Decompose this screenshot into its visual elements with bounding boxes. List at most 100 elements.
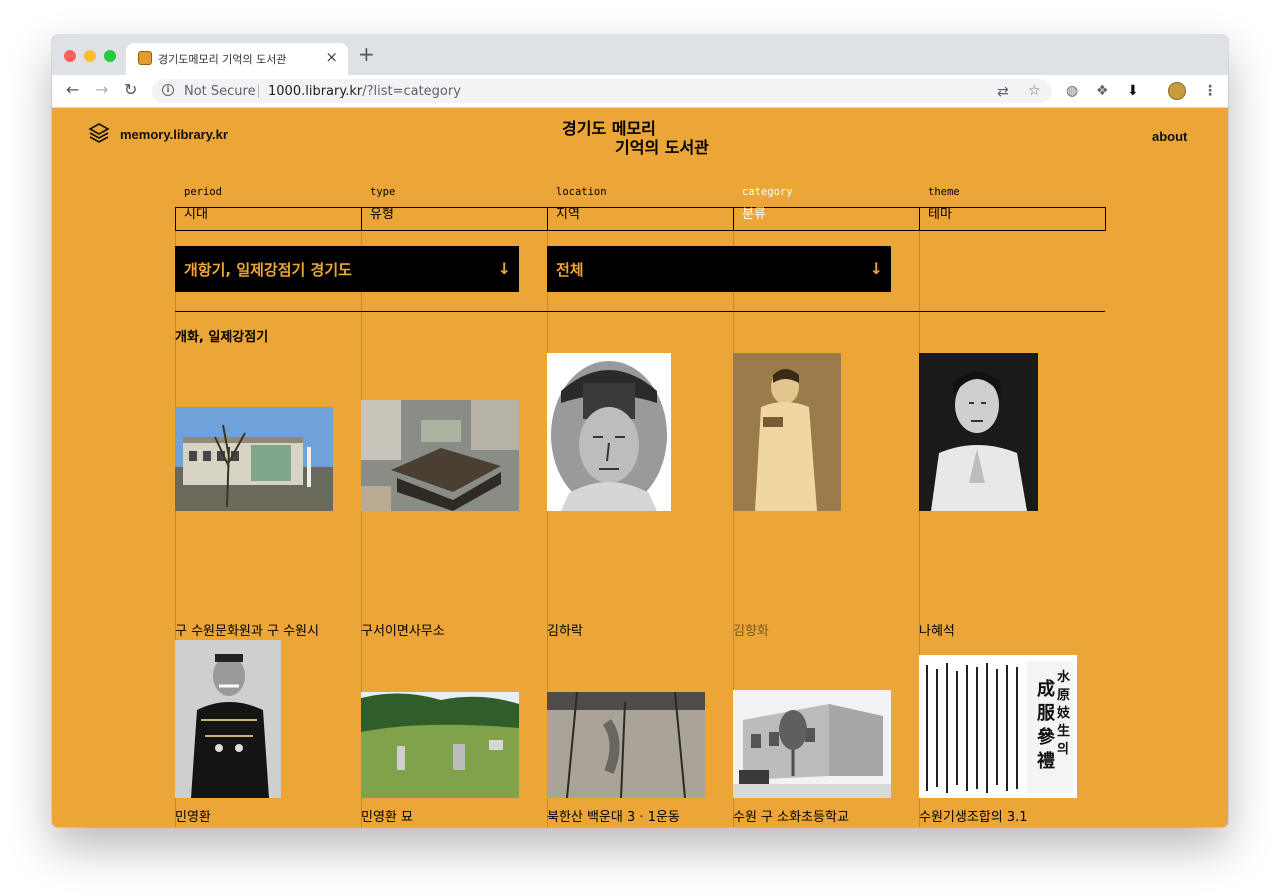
globe-extension-icon[interactable]: ◍ xyxy=(1066,82,1078,100)
url-host: 1000.library.kr xyxy=(268,84,363,99)
item-thumbnail[interactable] xyxy=(361,692,519,798)
filter-label-ko: 지역 xyxy=(556,207,580,222)
tab-close-icon[interactable]: × xyxy=(325,48,338,66)
reload-icon[interactable]: ↻ xyxy=(124,81,137,99)
filter-bottom-rule xyxy=(175,230,1106,231)
stack-logo-icon[interactable] xyxy=(88,122,110,144)
section-rule xyxy=(175,311,1105,312)
filter-right-rule xyxy=(1105,207,1106,231)
item-thumbnail[interactable] xyxy=(361,400,519,511)
filter-label-ko: 테마 xyxy=(928,207,952,222)
security-label[interactable]: Not Secure xyxy=(184,84,256,99)
filter-label-en: period xyxy=(184,186,222,198)
filter-label-ko: 분류 xyxy=(742,207,766,222)
extension-icon[interactable]: ❖ xyxy=(1096,82,1109,100)
back-icon[interactable]: ← xyxy=(66,81,79,99)
filter-label-en: type xyxy=(370,186,396,198)
item-thumbnail[interactable]: 成 服 參 禮 水 原 妓 生 의 xyxy=(919,655,1077,798)
newspaper-headline: 生 xyxy=(1057,723,1070,739)
address-bar[interactable]: i Not Secure 1000.library.kr/?list=categ… xyxy=(152,79,1052,103)
item-thumbnail[interactable] xyxy=(175,640,281,798)
item-caption[interactable]: 김하락 xyxy=(547,622,697,642)
about-link[interactable]: about xyxy=(1152,129,1187,144)
item-caption[interactable]: 민영환 xyxy=(175,808,325,827)
list-item[interactable]: 구서이면사무소 xyxy=(361,353,521,639)
item-thumbnail[interactable] xyxy=(919,353,1038,511)
favicon-icon xyxy=(138,51,152,65)
site-title[interactable]: 경기도 메모리 기억의 도서관 xyxy=(562,119,709,157)
category-dropdown[interactable]: 전체 ↓ xyxy=(547,246,891,292)
list-item[interactable]: 나혜석 xyxy=(919,353,1079,639)
page-content: memory.library.kr 경기도 메모리 기억의 도서관 about … xyxy=(52,108,1228,827)
item-caption[interactable]: 김향화 xyxy=(733,622,883,642)
filter-divider xyxy=(547,207,548,230)
item-thumbnail[interactable] xyxy=(547,353,671,511)
section-title: 개화, 일제강점기 xyxy=(175,330,269,345)
forward-icon[interactable]: → xyxy=(95,81,108,99)
list-item[interactable]: 김하락 xyxy=(547,353,707,639)
filter-tab-theme[interactable]: theme 테마 xyxy=(919,182,1105,230)
url-text[interactable]: 1000.library.kr/?list=category xyxy=(268,84,461,99)
list-item[interactable]: 민영환 묘 xyxy=(361,640,521,827)
list-item[interactable]: 구 수원문화원과 구 수원시청사 xyxy=(175,353,335,659)
site-title-line1: 경기도 메모리 xyxy=(562,119,656,138)
item-thumbnail[interactable] xyxy=(547,692,705,798)
period-dropdown[interactable]: 개항기, 일제강점기 경기도 ↓ xyxy=(175,246,519,292)
item-thumbnail[interactable] xyxy=(733,690,891,798)
new-tab-button[interactable]: + xyxy=(358,43,375,65)
list-item[interactable]: 수원 구 소화초등학교 xyxy=(733,640,893,827)
minimize-window-button[interactable] xyxy=(84,50,96,62)
dropdown-value: 개항기, 일제강점기 경기도 xyxy=(184,261,352,279)
filter-label-ko: 유형 xyxy=(370,207,394,222)
profile-avatar[interactable] xyxy=(1168,82,1186,100)
menu-kebab-icon[interactable]: ⋮ xyxy=(1203,82,1217,100)
info-icon[interactable]: i xyxy=(162,84,174,96)
filter-label-en: location xyxy=(556,186,607,198)
list-item[interactable]: 成 服 參 禮 水 原 妓 生 의 수원기생조합의 3.1 xyxy=(919,640,1079,827)
dropdown-value: 전체 xyxy=(556,261,584,279)
browser-tab[interactable]: 경기도메모리 기억의 도서관 × xyxy=(126,43,348,75)
item-caption[interactable]: 북한산 백운대 3 · 1운동 xyxy=(547,808,697,827)
newspaper-headline: 原 xyxy=(1057,688,1070,703)
item-thumbnail[interactable] xyxy=(175,407,333,511)
filter-tab-location[interactable]: location 지역 xyxy=(547,182,733,230)
filter-divider xyxy=(175,207,176,230)
arrow-down-icon: ↓ xyxy=(869,259,883,278)
filter-label-en: category xyxy=(742,186,793,198)
filter-divider xyxy=(361,207,362,230)
close-window-button[interactable] xyxy=(64,50,76,62)
item-caption[interactable]: 민영환 묘 xyxy=(361,808,511,827)
filter-label-ko: 시대 xyxy=(184,207,208,222)
site-title-line2: 기억의 도서관 xyxy=(615,138,709,157)
url-path: /?list=category xyxy=(362,84,461,99)
newspaper-headline: 水 xyxy=(1057,669,1071,685)
site-name-link[interactable]: memory.library.kr xyxy=(120,127,228,142)
newspaper-headline: 妓 xyxy=(1057,705,1071,721)
list-item[interactable]: 김향화 xyxy=(733,353,893,639)
newspaper-headline: 의 xyxy=(1057,741,1069,757)
item-caption[interactable]: 나혜석 xyxy=(919,622,1069,642)
browser-toolbar: ← → ↻ i Not Secure 1000.library.kr/?list… xyxy=(52,75,1228,108)
bookmark-star-icon[interactable]: ☆ xyxy=(1028,82,1041,100)
tab-strip: 경기도메모리 기억의 도서관 × + xyxy=(52,35,1228,75)
tab-title: 경기도메모리 기억의 도서관 xyxy=(158,53,287,66)
filter-tab-period[interactable]: period 시대 xyxy=(175,182,361,230)
translate-icon[interactable]: ⇄ xyxy=(997,83,1009,101)
filter-tab-type[interactable]: type 유형 xyxy=(361,182,547,230)
item-caption[interactable]: 수원기생조합의 3.1 xyxy=(919,808,1069,827)
filter-divider xyxy=(733,207,734,230)
maximize-window-button[interactable] xyxy=(104,50,116,62)
filter-tab-category[interactable]: category 분류 xyxy=(733,182,919,230)
newspaper-headline: 服 xyxy=(1037,703,1056,724)
filter-divider xyxy=(919,207,920,230)
newspaper-headline: 參 xyxy=(1037,726,1056,748)
arrow-down-icon: ↓ xyxy=(497,259,511,278)
item-caption[interactable]: 구서이면사무소 xyxy=(361,622,511,642)
download-extension-icon[interactable]: ⬇ xyxy=(1127,82,1139,100)
item-caption[interactable]: 수원 구 소화초등학교 xyxy=(733,808,883,827)
newspaper-headline: 成 xyxy=(1037,678,1055,700)
list-item[interactable]: 민영환 xyxy=(175,640,335,827)
list-item[interactable]: 북한산 백운대 3 · 1운동 xyxy=(547,640,707,827)
filter-label-en: theme xyxy=(928,186,960,198)
item-thumbnail[interactable] xyxy=(733,353,841,511)
